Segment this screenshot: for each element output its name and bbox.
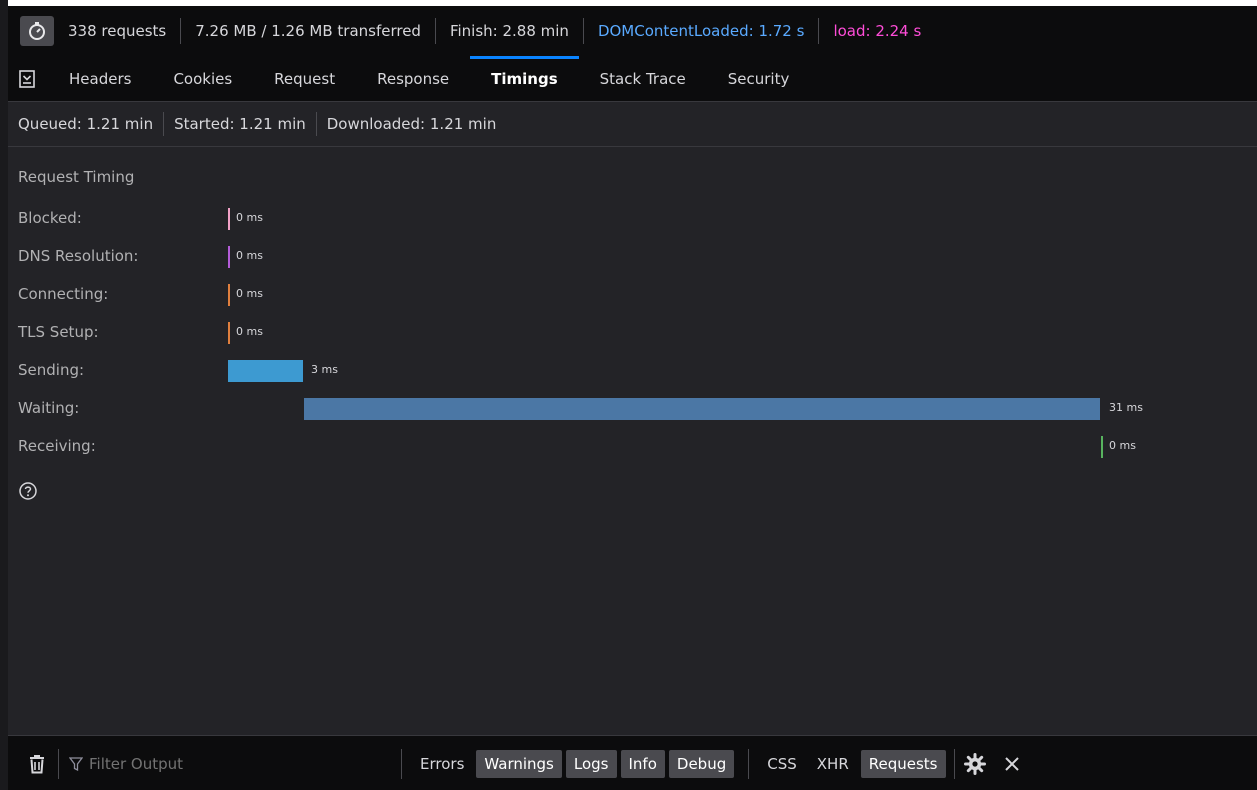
timing-label: Blocked: xyxy=(18,209,82,227)
funnel-icon xyxy=(69,756,83,771)
queued-time: Queued: 1.21 min xyxy=(8,112,165,136)
filter-logs-button[interactable]: Logs xyxy=(565,749,617,778)
timing-row-dns-resolution: DNS Resolution: 0 ms xyxy=(8,237,1257,275)
tab-cookies[interactable]: Cookies xyxy=(152,56,253,101)
close-icon[interactable] xyxy=(1001,753,1023,775)
timing-value: 0 ms xyxy=(236,249,263,262)
timing-value: 0 ms xyxy=(236,325,263,338)
timing-value: 0 ms xyxy=(236,211,263,224)
timing-label: Connecting: xyxy=(18,285,109,303)
filter-debug-button[interactable]: Debug xyxy=(668,749,735,778)
dom-content-loaded: DOMContentLoaded: 1.72 s xyxy=(584,18,820,44)
tab-response[interactable]: Response xyxy=(356,56,470,101)
filter-errors-button[interactable]: Errors xyxy=(412,750,472,778)
requests-count: 338 requests xyxy=(54,18,182,44)
filter-xhr-button[interactable]: XHR xyxy=(809,750,857,778)
timing-value: 0 ms xyxy=(1109,439,1136,452)
timing-row-tls-setup: TLS Setup: 0 ms xyxy=(8,313,1257,351)
timing-bar xyxy=(304,398,1100,420)
trash-icon[interactable] xyxy=(26,753,48,775)
details-tabbar: Headers Cookies Request Response Timings… xyxy=(8,56,1257,102)
window-edge xyxy=(0,0,8,790)
timing-label: Waiting: xyxy=(18,399,80,417)
timing-value: 0 ms xyxy=(236,287,263,300)
timing-row-blocked: Blocked: 0 ms xyxy=(8,199,1257,237)
timing-value: 31 ms xyxy=(1109,401,1143,414)
tab-stack-trace[interactable]: Stack Trace xyxy=(579,56,707,101)
divider xyxy=(58,748,59,779)
timing-bar xyxy=(228,360,303,382)
transferred-size: 7.26 MB / 1.26 MB transferred xyxy=(181,18,436,44)
summary-toolbar: 338 requests 7.26 MB / 1.26 MB transferr… xyxy=(8,6,1257,57)
timing-value: 3 ms xyxy=(311,363,338,376)
tab-timings[interactable]: Timings xyxy=(470,56,579,101)
downloaded-time: Downloaded: 1.21 min xyxy=(326,115,497,133)
filter-warnings-button[interactable]: Warnings xyxy=(476,749,562,778)
devtools-panel: 338 requests 7.26 MB / 1.26 MB transferr… xyxy=(8,6,1257,790)
tab-request[interactable]: Request xyxy=(253,56,356,101)
timing-label: TLS Setup: xyxy=(18,323,99,341)
filter-placeholder: Filter Output xyxy=(89,754,184,773)
section-title: Request Timing xyxy=(18,168,135,186)
divider xyxy=(401,748,402,779)
timing-row-connecting: Connecting: 0 ms xyxy=(8,275,1257,313)
timing-panel: Request Timing Blocked: 0 ms DNS Resolut… xyxy=(8,147,1257,734)
stopwatch-icon[interactable] xyxy=(20,16,54,46)
timing-row-receiving: Receiving: 0 ms xyxy=(8,427,1257,465)
timing-label: Receiving: xyxy=(18,437,96,455)
timing-label: DNS Resolution: xyxy=(18,247,139,265)
timing-bar xyxy=(228,246,230,268)
divider xyxy=(953,748,955,779)
timing-bar xyxy=(1101,436,1103,458)
timing-row-sending: Sending: 3 ms xyxy=(8,351,1257,389)
filter-css-button[interactable]: CSS xyxy=(759,750,805,778)
timing-info-bar: Queued: 1.21 min Started: 1.21 min Downl… xyxy=(8,102,1257,147)
filter-requests-button[interactable]: Requests xyxy=(860,749,946,778)
filter-output-input[interactable]: Filter Output xyxy=(69,749,391,779)
console-toolbar: Filter Output Errors Warnings Logs Info … xyxy=(8,735,1257,790)
timing-bar xyxy=(228,322,230,344)
gear-icon[interactable] xyxy=(963,752,987,776)
timing-bar xyxy=(228,208,230,230)
finish-time: Finish: 2.88 min xyxy=(436,18,584,44)
filter-info-button[interactable]: Info xyxy=(620,749,665,778)
timing-bar xyxy=(228,284,230,306)
question-mark-icon[interactable] xyxy=(19,482,37,500)
load-time: load: 2.24 s xyxy=(833,22,922,40)
timing-label: Sending: xyxy=(18,361,85,379)
started-time: Started: 1.21 min xyxy=(164,112,317,136)
divider xyxy=(748,748,750,779)
toggle-sidebar-icon[interactable] xyxy=(18,69,36,88)
tab-security[interactable]: Security xyxy=(707,56,811,101)
tab-headers[interactable]: Headers xyxy=(48,56,152,101)
timing-row-waiting: Waiting: 31 ms xyxy=(8,389,1257,427)
